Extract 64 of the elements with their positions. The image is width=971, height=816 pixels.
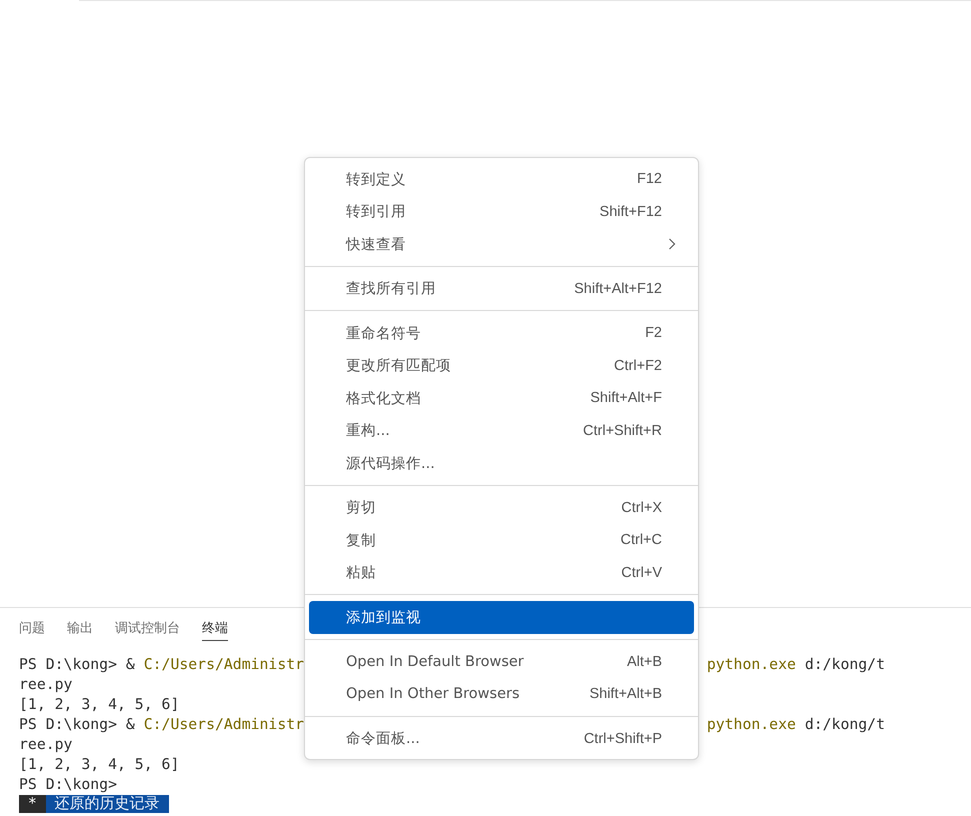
shortcut-label: Ctrl+V	[621, 564, 662, 581]
menu-item[interactable]: 复制 Ctrl+C	[309, 524, 694, 556]
menu-item-label: 添加到监视	[346, 608, 421, 627]
terminal-text: PS D:\kong> &	[19, 715, 136, 735]
terminal-text: PS D:\kong> &	[19, 655, 136, 675]
menu-item[interactable]: 重命名符号 F2	[309, 317, 694, 350]
panel-tab[interactable]: 终端	[202, 620, 228, 641]
shortcut-label: Ctrl+Shift+R	[583, 422, 662, 439]
shortcut-label: Shift+Alt+F12	[574, 280, 662, 297]
menu-item[interactable]: Open In Other Browsers Shift+Alt+B	[309, 678, 694, 710]
menu-item[interactable]: 源代码操作...	[309, 447, 694, 480]
shortcut-label: Shift+F12	[600, 204, 662, 220]
terminal-text: ree.py	[19, 735, 72, 755]
menu-item-label: 源代码操作...	[346, 454, 435, 473]
menu-item[interactable]: 更改所有匹配项 Ctrl+F2	[309, 350, 694, 382]
menu-item-label: 剪切	[346, 498, 376, 518]
menu-item-label: 转到引用	[346, 203, 406, 222]
menu-item-label: 粘贴	[346, 564, 376, 582]
menu-item[interactable]: 快速查看	[309, 228, 694, 260]
terminal-marker: *	[19, 795, 46, 813]
terminal-text: ree.py	[19, 675, 72, 695]
terminal-text: [1, 2, 3, 4, 5, 6]	[19, 695, 180, 715]
panel-tab[interactable]: 调试控制台	[115, 620, 180, 641]
menu-item-label: 重构...	[346, 422, 390, 440]
menu-item-label: 重命名符号	[346, 324, 421, 343]
menu-item[interactable]: 重构... Ctrl+Shift+R	[309, 414, 694, 447]
terminal-notice: 还原的历史记录	[46, 795, 169, 813]
shortcut-label: Ctrl+X	[621, 500, 662, 516]
shortcut-label: F2	[645, 325, 662, 342]
menu-item-label: 格式化文档	[346, 390, 421, 408]
menu-item-label: 查找所有引用	[346, 280, 436, 298]
terminal-path: C:/Users/Administr	[144, 655, 304, 675]
menu-item-label: 转到定义	[346, 170, 406, 189]
menu-item-label: 快速查看	[346, 236, 406, 254]
menu-item[interactable]: 粘贴 Ctrl+V	[309, 556, 694, 589]
menu-item[interactable]: 转到定义 F12	[309, 163, 694, 196]
shortcut-label: Shift+Alt+F	[590, 390, 662, 406]
shortcut-label: Ctrl+C	[620, 532, 662, 548]
menu-item[interactable]: 格式化文档 Shift+Alt+F	[309, 382, 694, 414]
shortcut-label: Ctrl+F2	[614, 358, 662, 374]
terminal-path: python.exe	[706, 715, 796, 735]
shortcut-label: Alt+B	[626, 654, 662, 670]
shortcut-label: Ctrl+Shift+P	[584, 730, 662, 747]
menu-item[interactable]: 转到引用 Shift+F12	[309, 196, 694, 228]
terminal-text: d:/kong/t	[804, 655, 885, 675]
terminal-text: d:/kong/t	[804, 715, 885, 735]
menu-item[interactable]: 添加到监视	[309, 601, 694, 634]
menu-item[interactable]: 查找所有引用 Shift+Alt+F12	[309, 272, 694, 305]
shortcut-label: Shift+Alt+B	[589, 686, 662, 702]
terminal-text: PS D:\kong>	[19, 775, 117, 795]
menu-item[interactable]: 剪切 Ctrl+X	[309, 492, 694, 524]
menu-item-label: 更改所有匹配项	[346, 357, 451, 376]
menu-item[interactable]: Open In Default Browser Alt+B	[309, 646, 694, 678]
menu-item-label: Open In Default Browser	[346, 654, 524, 670]
menu-item-label: Open In Other Browsers	[346, 686, 520, 702]
terminal-path: C:/Users/Administr	[144, 715, 304, 735]
shortcut-label: F12	[637, 171, 662, 188]
panel-tab[interactable]: 输出	[67, 620, 93, 641]
terminal-path: python.exe	[706, 655, 796, 675]
panel-tab[interactable]: 问题	[19, 620, 45, 641]
menu-item-label: 命令面板...	[346, 730, 420, 748]
terminal-text: [1, 2, 3, 4, 5, 6]	[19, 755, 180, 775]
menu-item-label: 复制	[346, 532, 376, 550]
menu-item[interactable]: 命令面板... Ctrl+Shift+P	[309, 722, 694, 755]
